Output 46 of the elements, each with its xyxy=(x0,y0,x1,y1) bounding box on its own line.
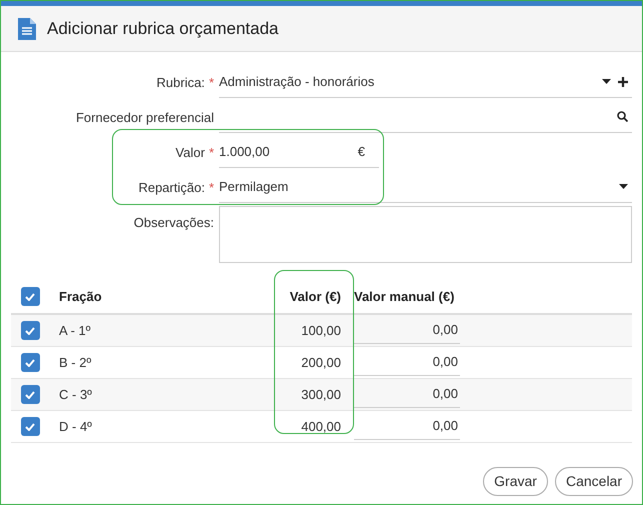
input-field[interactable]: 0,00 xyxy=(354,350,460,376)
search-icon[interactable] xyxy=(617,111,628,122)
checkmark-icon xyxy=(25,422,35,430)
currency-symbol: € xyxy=(358,142,365,161)
table-cell-text: 300,00 xyxy=(301,386,341,404)
field-label: Observações: xyxy=(134,214,214,232)
input-field[interactable]: 0,00 xyxy=(354,318,460,344)
table-cell: B - 2º xyxy=(59,354,92,370)
checkmark-icon xyxy=(25,292,35,300)
dialog-title: Adicionar rubrica orçamentada xyxy=(47,18,279,40)
table-cell: A - 1º xyxy=(59,322,90,338)
checkbox[interactable] xyxy=(20,353,40,372)
column-header: Valor (€) xyxy=(290,288,341,306)
input-field[interactable]: 0,00 xyxy=(354,382,460,408)
checkmark-icon xyxy=(25,358,35,366)
notes-field[interactable] xyxy=(219,206,632,263)
document-icon xyxy=(17,16,37,40)
table-cell-text: 200,00 xyxy=(301,354,341,372)
checkbox[interactable] xyxy=(20,287,40,306)
field-label: Rubrica: xyxy=(156,74,205,92)
caret-icon xyxy=(619,184,628,189)
checkbox[interactable] xyxy=(20,417,40,436)
field-label: Valor xyxy=(176,144,205,162)
field-label: Repartição: xyxy=(138,179,205,197)
dialog-button[interactable]: Gravar xyxy=(483,467,548,496)
plus-icon[interactable] xyxy=(618,76,628,86)
select-field[interactable]: Administração - honorários xyxy=(219,66,632,98)
table-cell: C - 3º xyxy=(59,386,92,402)
checkmark-icon xyxy=(25,326,35,334)
required-mark: * xyxy=(208,74,214,92)
table-cell-text: 400,00 xyxy=(301,418,341,436)
column-header: Fração xyxy=(59,288,102,304)
dialog-button[interactable]: Cancelar xyxy=(554,467,633,496)
required-mark: * xyxy=(208,179,214,197)
checkbox[interactable] xyxy=(20,385,40,404)
caret-icon xyxy=(602,79,611,84)
table-cell: D - 4º xyxy=(59,418,92,434)
input-field[interactable]: 0,00 xyxy=(354,414,460,440)
column-header: Valor manual (€) xyxy=(354,288,454,304)
select-field[interactable]: Permilagem xyxy=(219,171,632,203)
checkmark-icon xyxy=(25,390,35,398)
input-field[interactable]: 1.000,00 € xyxy=(219,136,379,168)
required-mark: * xyxy=(208,144,214,162)
field-label: Fornecedor preferencial xyxy=(76,109,214,127)
table-cell-text: 100,00 xyxy=(301,322,341,340)
checkbox[interactable] xyxy=(20,321,40,340)
